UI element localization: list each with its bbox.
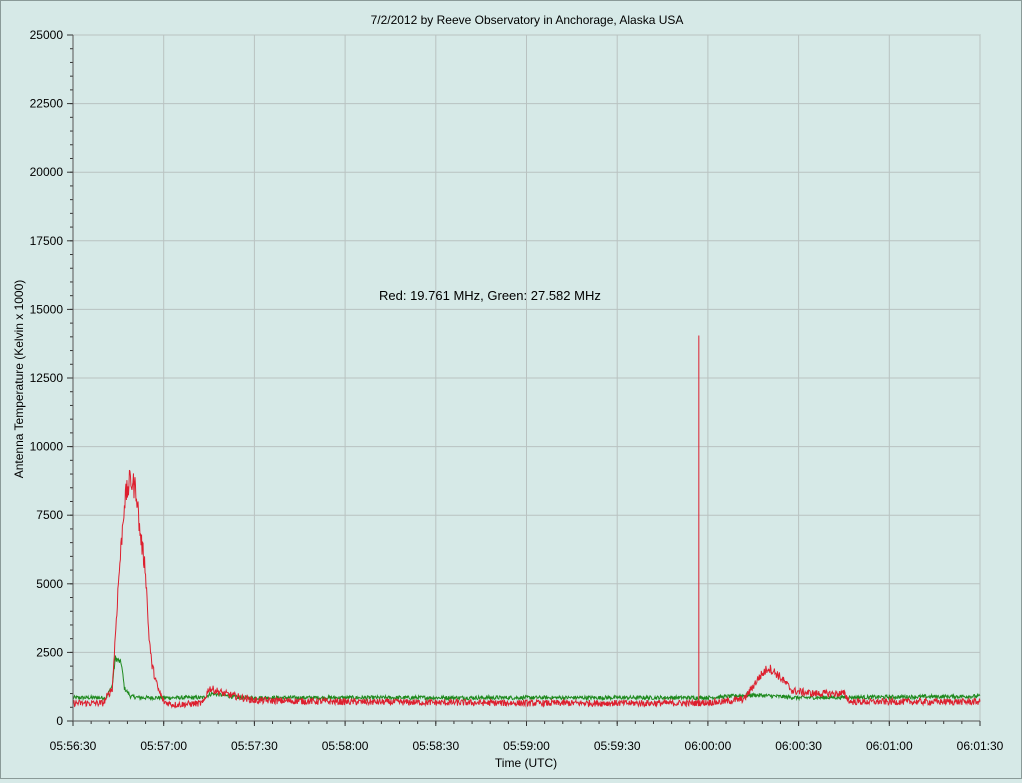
chart-title: 7/2/2012 by Reeve Observatory in Anchora… (371, 13, 684, 27)
y-tick-label: 5000 (36, 577, 63, 591)
y-tick-label: 2500 (36, 645, 63, 659)
x-tick-label: 05:59:30 (594, 739, 641, 753)
y-tick-label: 22500 (30, 97, 64, 111)
x-tick-label: 06:01:00 (866, 739, 913, 753)
chart-window: 7/2/2012 by Reeve Observatory in Anchora… (0, 0, 1022, 779)
x-tick-label: 05:59:00 (503, 739, 550, 753)
x-tick-label: 06:00:00 (685, 739, 732, 753)
x-axis-label: Time (UTC) (495, 756, 557, 770)
x-tick-label: 06:01:30 (957, 739, 1004, 753)
x-tick-label: 05:58:00 (322, 739, 369, 753)
y-axis-label: Antenna Temperature (Kelvin x 1000) (12, 280, 26, 479)
y-tick-label: 0 (56, 714, 63, 728)
x-tick-label: 05:56:30 (50, 739, 97, 753)
x-tick-label: 06:00:30 (775, 739, 822, 753)
y-tick-label: 20000 (30, 165, 64, 179)
y-tick-label: 12500 (30, 371, 64, 385)
x-tick-label: 05:58:30 (412, 739, 459, 753)
y-tick-label: 15000 (30, 302, 64, 316)
y-tick-label: 17500 (30, 234, 64, 248)
chart: 7/2/2012 by Reeve Observatory in Anchora… (12, 13, 1004, 770)
y-tick-label: 7500 (36, 508, 63, 522)
y-tick-label: 10000 (30, 440, 64, 454)
x-tick-label: 05:57:30 (231, 739, 278, 753)
frequency-annotation: Red: 19.761 MHz, Green: 27.582 MHz (379, 288, 601, 303)
x-tick-label: 05:57:00 (140, 739, 187, 753)
y-tick-label: 25000 (30, 28, 64, 42)
